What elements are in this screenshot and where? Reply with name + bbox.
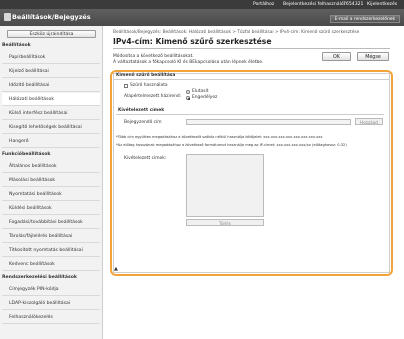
cancel-button[interactable]: Mégse (357, 52, 389, 61)
reject-radio[interactable] (186, 90, 190, 94)
sidebar-item-send[interactable]: Küldési beállítások (2, 202, 100, 215)
breadcrumb: Beállítások/Bejegyzés: Beállítások: Háló… (113, 30, 360, 35)
reject-label: Elutasít (192, 89, 209, 94)
page-title: IPv4-cím: Kimenő szűrő szerkesztése (113, 37, 272, 46)
email-admin-button[interactable]: E-mail a rendszerkezelőnek (329, 15, 400, 23)
filter-section-title: Kimenő szűrő beállítása (116, 73, 176, 78)
sidebar-item-favorites[interactable]: Kedvenc beállítások (2, 258, 100, 271)
sidebar-item-accessibility[interactable]: Kisegítő lehetőségek beállításai (2, 121, 100, 134)
default-policy-label: Alapértelmezett házirend: (124, 94, 182, 99)
sidebar-item-secure-print[interactable]: Titkosított nyomtatás beállításai (2, 244, 100, 257)
login-user-label: Bejelentkezési felhasználó: (283, 2, 346, 7)
login-user-id: 7654321 (343, 2, 364, 7)
settings-logo-icon (4, 13, 11, 21)
exception-list-label: Kivételezett címek: (124, 156, 167, 161)
sidebar-item-display[interactable]: Kijelző beállításai (2, 65, 100, 78)
sidebar-item-external-interface[interactable]: Külső interfész beállításai (2, 107, 100, 120)
sidebar-section-settings: Beállítások (2, 43, 31, 48)
sidebar-section-functions: Funkcióbeállítások (2, 152, 51, 157)
exception-section-title: Kivételezett címek (118, 108, 165, 113)
section-divider (113, 79, 390, 80)
logout-link[interactable]: Kijelentkezés (367, 2, 397, 7)
prefix-hint-text: *Az előtag hosszának megadásához a követ… (116, 143, 347, 147)
sidebar-item-volume[interactable]: Hangerő (2, 135, 100, 148)
portal-link[interactable]: Portálhoz (253, 2, 274, 7)
app-title: Beállítások/Bejegyzés (12, 13, 91, 21)
page-top-icon[interactable]: ▲ (114, 266, 118, 272)
delete-address-button[interactable]: Törlés (186, 219, 264, 226)
restart-note-text: A változtatások a főkapcsoló KI és BEkap… (113, 60, 264, 65)
address-input[interactable] (186, 119, 351, 125)
sidebar-item-timer[interactable]: Időzítő beállításai (2, 79, 100, 92)
use-filter-checkbox[interactable] (124, 84, 128, 88)
header: Beállítások/Bejegyzés E-mail a rendszerk… (0, 9, 404, 26)
ok-button[interactable]: OK (322, 52, 351, 61)
sidebar-item-paper[interactable]: Papírbeállítások (2, 51, 100, 64)
exception-divider (116, 114, 384, 115)
top-bar: Portálhoz Bejelentkezési felhasználó: 76… (0, 0, 404, 9)
sidebar-section-system: Rendszerkezelési beállítások (2, 275, 77, 280)
sidebar-item-ldap[interactable]: LDAP-kiszolgáló beállításai (2, 297, 100, 310)
sidebar-item-receive-forward[interactable]: Fogadási/továbbítási beállítások (2, 216, 100, 229)
range-hint-text: *Több cím együttes megadásához a követke… (116, 135, 323, 139)
sidebar-item-print[interactable]: Nyomtatási beállítások (2, 188, 100, 201)
sidebar-item-copy[interactable]: Másolási beállítások (2, 174, 100, 187)
allow-radio[interactable] (186, 96, 190, 100)
use-filter-label: Szűrő használata (130, 83, 168, 88)
instruction-text: Módosítsa a következő beállításokat. (113, 54, 194, 59)
allow-label: Engedélyez (192, 95, 218, 100)
sidebar-item-user-management[interactable]: Felhasználókezelés (2, 311, 100, 324)
sidebar: Eszköz újraindítása Beállítások Papírbeá… (0, 26, 103, 339)
restart-device-button[interactable]: Eszköz újraindítása (7, 30, 96, 38)
sidebar-item-network[interactable]: Hálózati beállítások (2, 93, 100, 106)
sidebar-item-general[interactable]: Általános beállítások (2, 160, 100, 173)
add-address-button[interactable]: Hozzáad (355, 118, 383, 125)
sidebar-item-store-access[interactable]: Tárolás/fájlelérés beállításai (2, 230, 100, 243)
title-divider (113, 48, 390, 49)
exception-address-list[interactable] (186, 154, 264, 217)
sidebar-item-address-book-pin[interactable]: Címjegyzék PIN-kódja (2, 283, 100, 296)
address-label: Bejegyzendő cím (124, 120, 162, 125)
